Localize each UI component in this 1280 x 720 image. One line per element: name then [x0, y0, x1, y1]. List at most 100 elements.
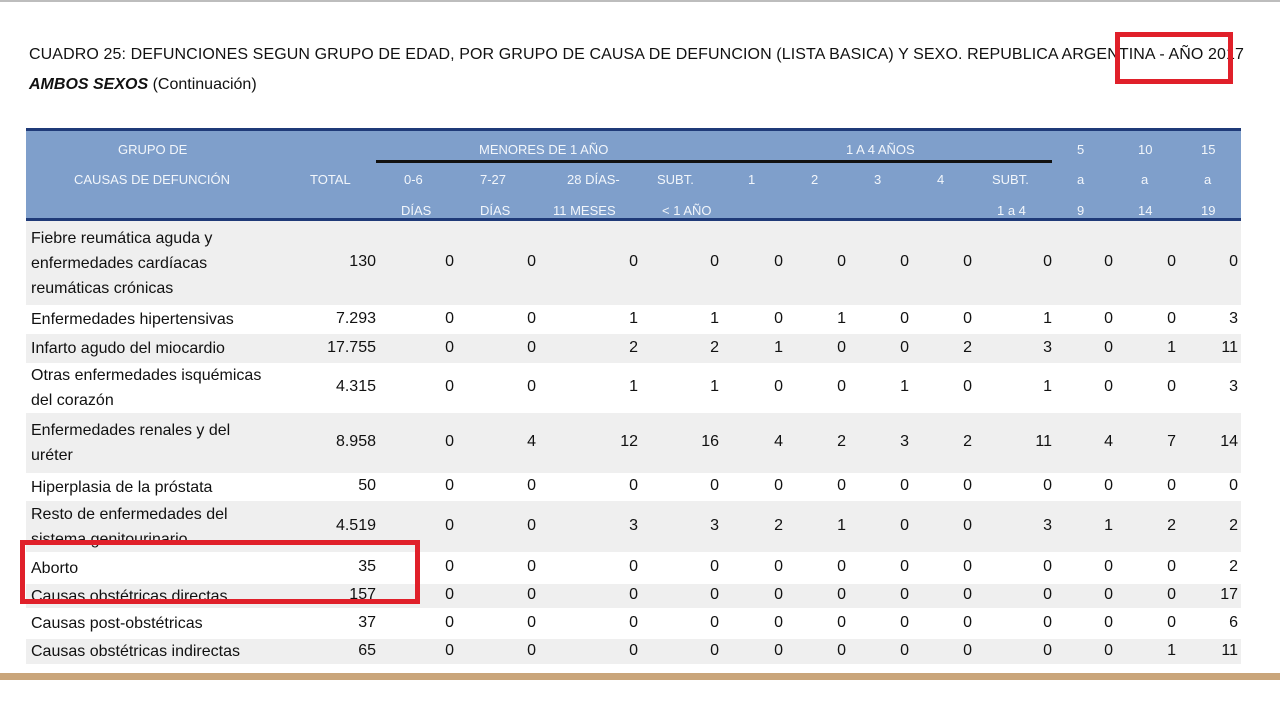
- value-cell: 3: [900, 433, 909, 450]
- value-cell: 0: [837, 378, 846, 395]
- table-row: Infarto agudo del miocardio 17.755 0 0 2 2 1 0 0…: [26, 334, 1241, 363]
- value-cell: 0: [445, 433, 454, 450]
- value-cell: 0: [527, 477, 536, 494]
- header-15-a: a: [1204, 172, 1212, 187]
- value-cell: 0: [900, 558, 909, 575]
- value-cell: 0: [527, 309, 536, 327]
- highlight-aborto-box: [20, 540, 420, 604]
- value-cell: 1: [629, 378, 638, 395]
- value-cell: 1: [774, 338, 783, 356]
- cause-line: Resto de enfermedades del: [31, 505, 228, 523]
- header-menores-1-ano: MENORES DE 1 AÑO: [479, 142, 609, 157]
- value-cell: 11: [1221, 641, 1238, 659]
- value-cell: 0: [710, 613, 719, 631]
- cause-label: Hiperplasia de la próstata: [31, 475, 212, 500]
- value-cell: 0: [445, 338, 454, 356]
- total-cell: 4.519: [335, 516, 376, 534]
- value-cell: 1: [900, 378, 909, 395]
- value-cell: 0: [900, 253, 909, 270]
- value-cell: 0: [1104, 586, 1113, 603]
- value-cell: 4: [774, 433, 783, 450]
- cause-label: Causas post-obstétricas: [31, 611, 203, 636]
- header-7-27: 7-27: [480, 172, 507, 187]
- value-cell: 0: [900, 477, 909, 494]
- value-cell: 0: [445, 378, 454, 395]
- cause-label: Causas obstétricas indirectas: [31, 639, 240, 664]
- value-cell: 0: [774, 586, 783, 603]
- table-header: GRUPO DE CAUSAS DE DEFUNCIÓN TOTAL MENOR…: [26, 128, 1241, 221]
- header-age-3: 3: [874, 172, 882, 187]
- value-cell: 0: [900, 641, 909, 659]
- highlight-year-box: [1115, 32, 1233, 84]
- value-cell: 3: [1229, 309, 1238, 327]
- value-cell: 0: [963, 516, 972, 534]
- value-cell: 0: [1043, 586, 1052, 603]
- value-cell: 0: [527, 253, 536, 270]
- value-cell: 0: [1229, 477, 1238, 494]
- value-cell: 0: [1167, 613, 1176, 631]
- cause-line: enfermedades cardíacas: [31, 254, 208, 272]
- cause-label: Otras enfermedades isquémicas del corazón: [31, 363, 261, 413]
- cause-line: Causas obstétricas indirectas: [31, 643, 240, 660]
- total-cell: 17.755: [327, 338, 376, 356]
- cause-line: Enfermedades renales y del: [31, 422, 231, 439]
- subtitle-sex: AMBOS SEXOS: [29, 76, 149, 93]
- value-cell: 17: [1220, 586, 1238, 603]
- value-cell: 0: [963, 378, 972, 395]
- value-cell: 1: [837, 516, 846, 534]
- value-cell: 0: [774, 477, 783, 494]
- cause-line: del corazón: [31, 392, 114, 409]
- value-cell: 0: [1104, 641, 1113, 659]
- value-cell: 2: [1167, 516, 1176, 534]
- value-cell: 0: [527, 613, 536, 631]
- value-cell: 11: [1035, 433, 1052, 450]
- value-cell: 16: [701, 433, 719, 450]
- header-0-6: 0-6: [404, 172, 423, 187]
- value-cell: 0: [445, 253, 454, 270]
- value-cell: 0: [527, 641, 536, 659]
- table-row: Hiperplasia de la próstata 50 0 0 0 0 0 0 0 0 0 0 0 0: [26, 473, 1241, 501]
- value-cell: 0: [1104, 477, 1113, 494]
- total-cell: 7.293: [335, 309, 376, 327]
- value-cell: 0: [1229, 253, 1238, 270]
- value-cell: 0: [1043, 558, 1052, 575]
- value-cell: 0: [527, 586, 536, 603]
- value-cell: 0: [629, 613, 638, 631]
- header-age-4: 4: [937, 172, 945, 187]
- value-cell: 0: [963, 309, 972, 327]
- value-cell: 0: [710, 558, 719, 575]
- value-cell: 1: [1167, 641, 1176, 659]
- value-cell: 0: [1104, 309, 1113, 327]
- value-cell: 3: [1043, 516, 1052, 534]
- cause-label: Enfermedades renales y del uréter: [31, 418, 230, 468]
- value-cell: 0: [774, 309, 783, 327]
- value-cell: 1: [710, 309, 719, 327]
- cause-label: Enfermedades hipertensivas: [31, 307, 234, 332]
- header-subt-1: SUBT.: [657, 172, 694, 187]
- value-cell: 0: [1043, 477, 1052, 494]
- top-border: [0, 0, 1280, 2]
- value-cell: 0: [1167, 558, 1176, 575]
- total-cell: 37: [358, 613, 376, 631]
- value-cell: 0: [527, 338, 536, 356]
- value-cell: 4: [1104, 433, 1113, 450]
- value-cell: 0: [837, 586, 846, 603]
- header-subt-4: SUBT.: [992, 172, 1029, 187]
- value-cell: 1: [1104, 516, 1113, 534]
- value-cell: 0: [774, 253, 783, 270]
- value-cell: 0: [963, 477, 972, 494]
- header-19: 19: [1201, 203, 1216, 218]
- value-cell: 2: [774, 516, 783, 534]
- value-cell: 2: [710, 338, 719, 356]
- cause-label: Infarto agudo del miocardio: [31, 336, 225, 361]
- value-cell: 0: [527, 558, 536, 575]
- header-5-a: a: [1077, 172, 1085, 187]
- value-cell: 0: [1104, 378, 1113, 395]
- bottom-rule: [0, 673, 1280, 680]
- value-cell: 12: [620, 433, 638, 450]
- value-cell: 2: [1229, 516, 1238, 534]
- value-cell: 1: [629, 309, 638, 327]
- total-cell: 50: [358, 477, 376, 494]
- value-cell: 0: [527, 516, 536, 534]
- value-cell: 3: [710, 516, 719, 534]
